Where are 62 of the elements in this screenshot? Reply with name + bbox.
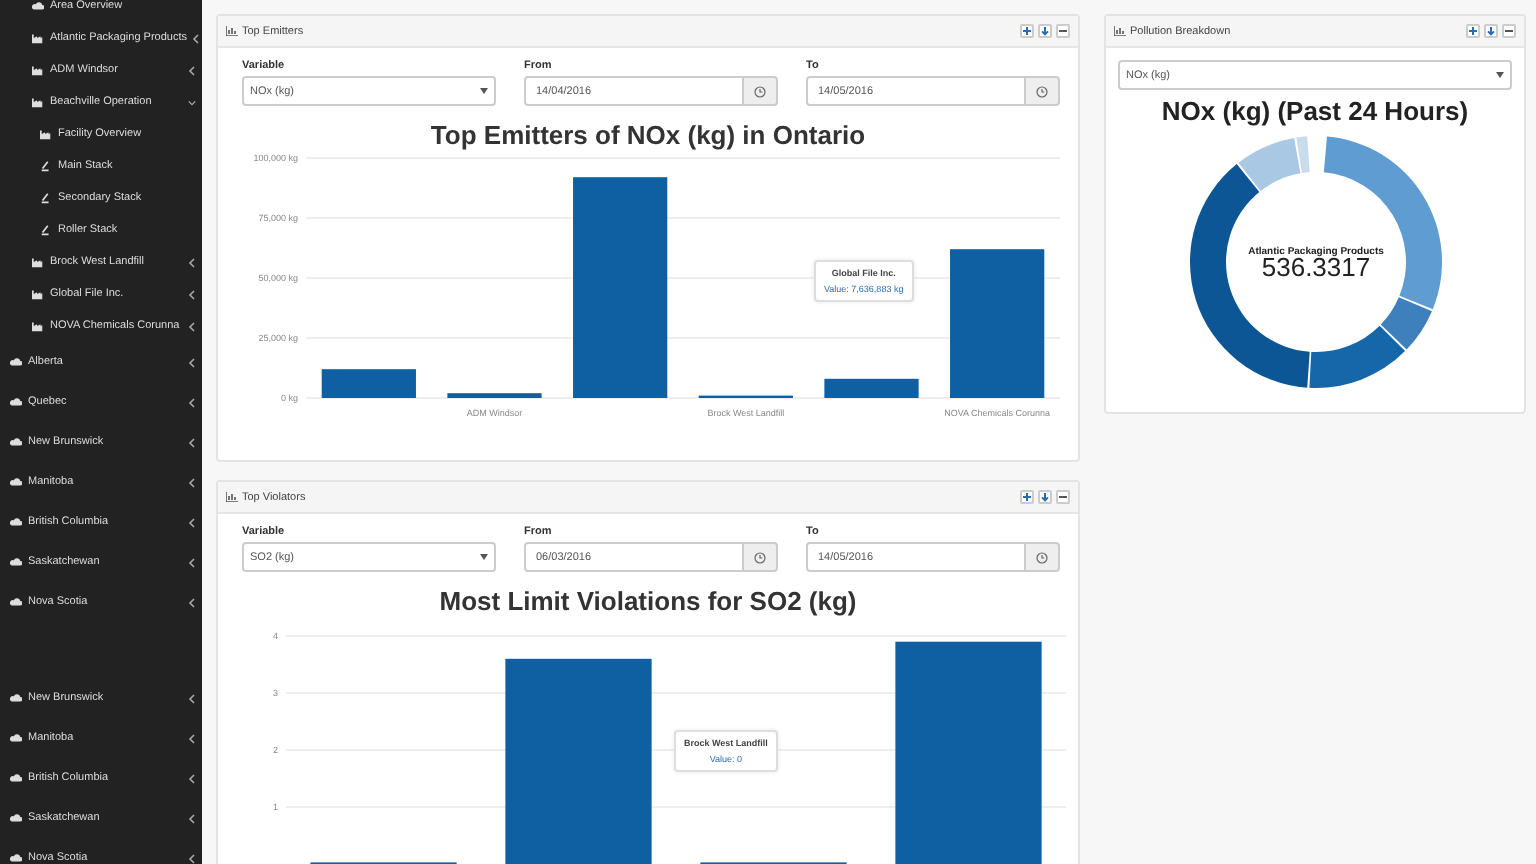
minus-icon [1058,492,1068,502]
cloud-icon [10,772,22,784]
clock-icon [1036,551,1048,563]
donut-slice[interactable] [1308,325,1405,388]
cloud-icon [10,596,22,608]
arrow-down-button[interactable] [1484,24,1498,38]
minus-button[interactable] [1056,24,1070,38]
arrow-down-button[interactable] [1038,24,1052,38]
clock-button[interactable] [744,542,778,572]
bar-chart-icon [1114,26,1126,36]
clock-button[interactable] [1026,542,1060,572]
factory-icon [32,256,44,268]
cloud-icon [10,356,22,368]
donut-slice[interactable] [1379,297,1431,350]
pen-icon [40,192,52,204]
chart-title: NOx (kg) (Past 24 Hours) [1161,96,1469,126]
cloud-icon [10,812,22,824]
arrow-down-icon [1040,26,1050,36]
cloud-icon [10,476,22,488]
bar-chart-icon [226,26,238,36]
minus-icon [1504,26,1514,36]
arrow-down-icon [1486,26,1496,36]
bar-chart-icon [226,492,238,502]
cloud-icon [32,0,44,12]
factory-icon [32,32,44,44]
arrow-down-button[interactable] [1038,490,1052,504]
chart-title: Most Limit Violations for SO2 (kg) [437,586,859,616]
caret-down-icon [1496,72,1504,78]
cloud-icon [10,516,22,528]
chart-title: Top Emitters of NOx (kg) in Ontario [428,120,868,150]
cloud-icon [10,692,22,704]
donut-slice[interactable] [1237,137,1300,192]
minus-icon [1058,26,1068,36]
factory-icon [32,96,44,108]
clock-button[interactable] [744,76,778,106]
factory-icon [32,64,44,76]
clock-icon [1036,85,1048,97]
plus-button[interactable] [1020,24,1034,38]
plus-icon [1022,26,1032,36]
caret-down-icon [480,88,488,94]
plus-icon [1022,492,1032,502]
cloud-icon [10,732,22,744]
clock-button[interactable] [1026,76,1060,106]
pen-icon [40,224,52,236]
cloud-icon [10,556,22,568]
minus-button[interactable] [1502,24,1516,38]
cloud-icon [10,396,22,408]
clock-icon [754,551,766,563]
plus-button[interactable] [1020,490,1034,504]
plus-button[interactable] [1466,24,1480,38]
minus-button[interactable] [1056,490,1070,504]
clock-icon [754,85,766,97]
caret-down-icon [480,554,488,560]
pen-icon [40,160,52,172]
factory-icon [40,128,52,140]
factory-icon [32,320,44,332]
bar[interactable] [824,378,919,398]
arrow-down-icon [1040,492,1050,502]
plus-icon [1468,26,1478,36]
factory-icon [32,288,44,300]
cloud-icon [10,852,22,864]
cloud-icon [10,436,22,448]
